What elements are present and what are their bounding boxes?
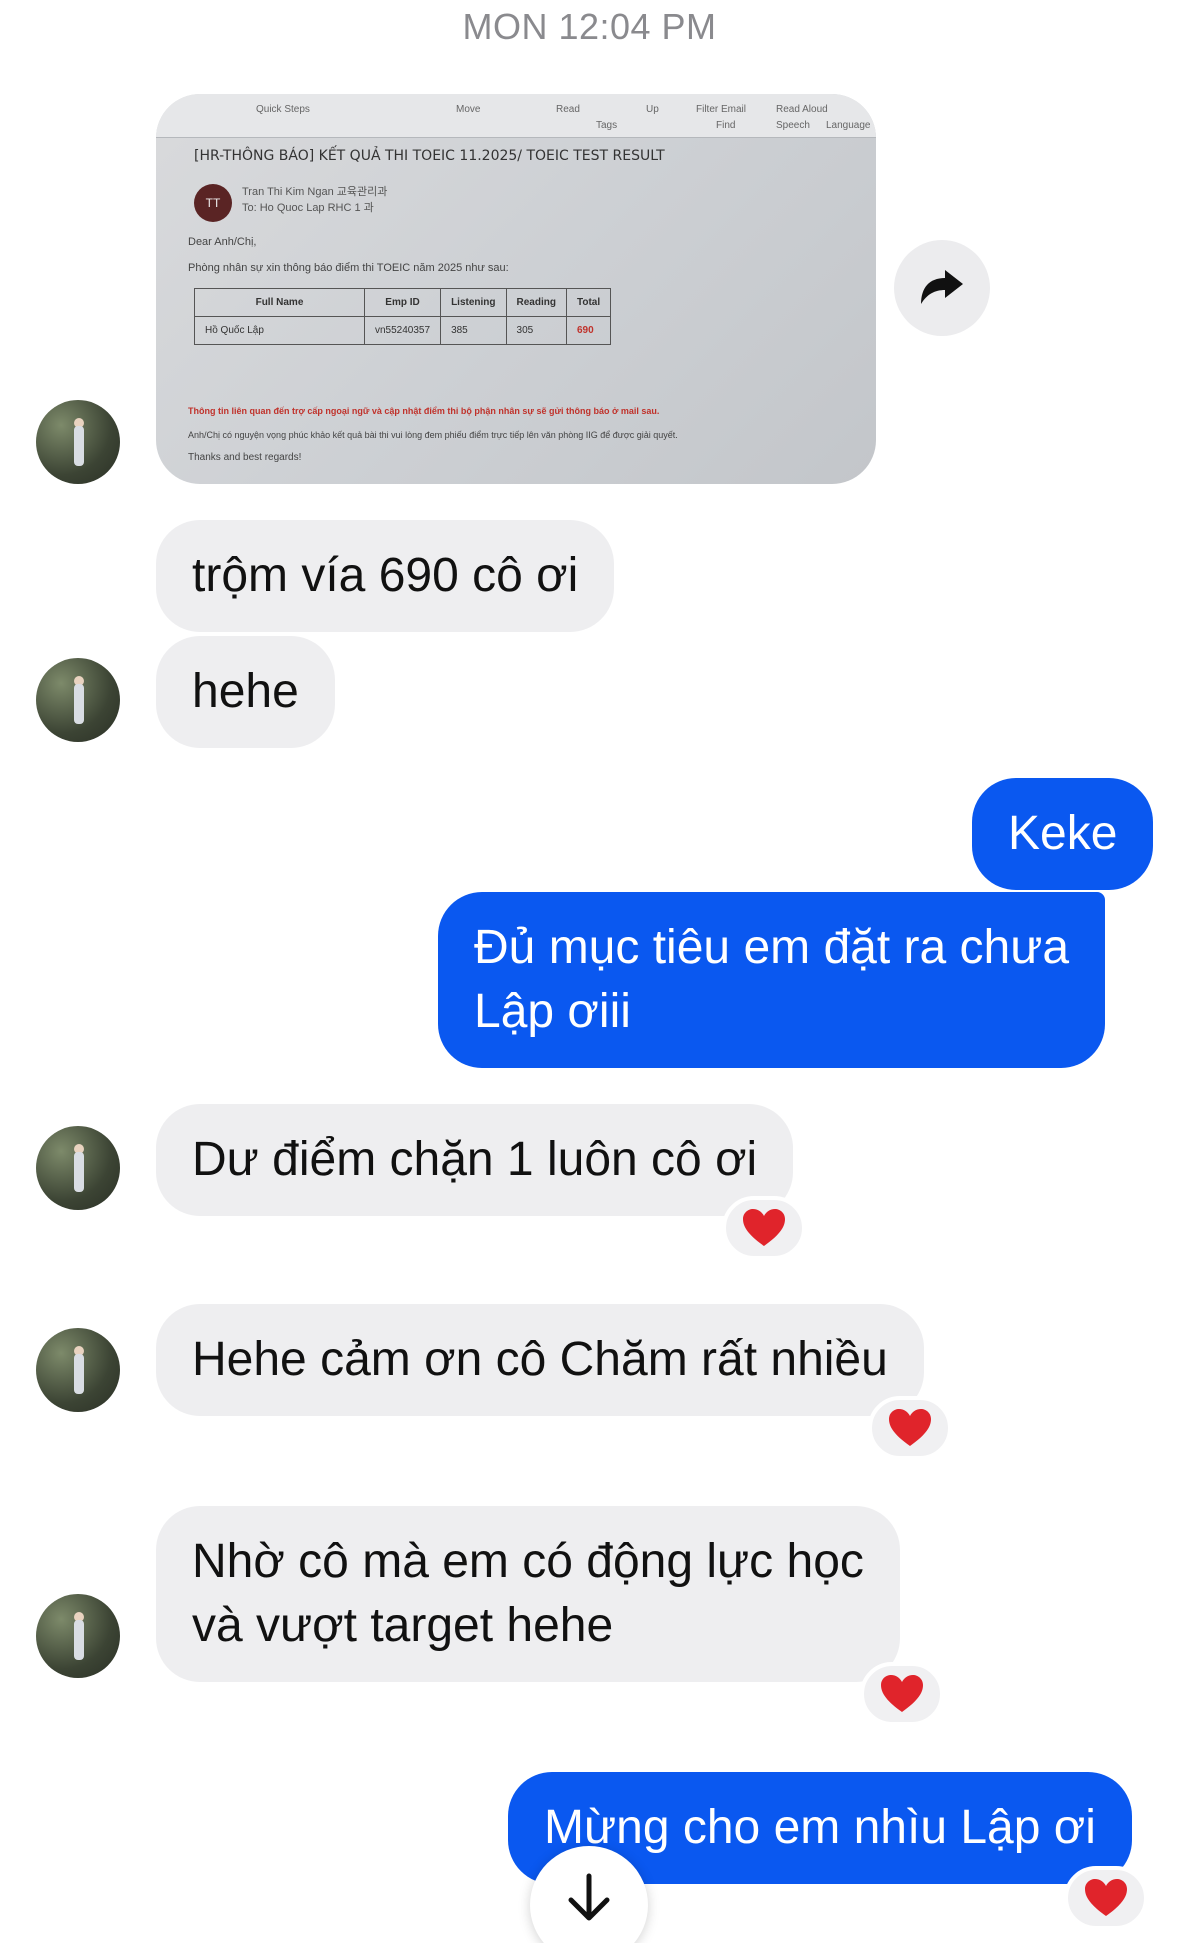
message-incoming[interactable]: trộm vía 690 cô ơi xyxy=(156,520,615,632)
email-from: Tran Thi Kim Ngan 교육관리과 To: Ho Quoc Lap R… xyxy=(242,186,388,214)
reaction-badge[interactable] xyxy=(722,1196,806,1260)
avatar[interactable] xyxy=(36,1594,120,1678)
arrow-down-icon xyxy=(568,1873,610,1921)
email-closing: Thanks and best regards! xyxy=(188,452,302,463)
email-subject: [HR-THÔNG BÁO] KẾT QUẢ THI TOEIC 11.2025… xyxy=(194,148,665,164)
sender-avatar: TT xyxy=(194,184,232,222)
avatar[interactable] xyxy=(36,400,120,484)
email-intro: Phòng nhân sự xin thông báo điểm thi TOE… xyxy=(188,262,509,274)
email-ribbon: Quick Steps Move Read Tags Up Filter Ema… xyxy=(156,94,876,138)
avatar[interactable] xyxy=(36,1126,120,1210)
message-incoming[interactable]: Nhờ cô mà em có động lực học và vượt targ… xyxy=(156,1506,900,1682)
reaction-badge[interactable] xyxy=(1064,1866,1148,1930)
reaction-badge[interactable] xyxy=(860,1662,944,1726)
email-note: Anh/Chị có nguyện vọng phúc khảo kết quả… xyxy=(188,430,678,440)
heart-icon xyxy=(743,1209,785,1246)
forward-arrow-icon xyxy=(921,270,963,304)
timestamp: MON 12:04 PM xyxy=(462,6,717,47)
email-greeting: Dear Anh/Chị, xyxy=(188,236,257,248)
heart-icon xyxy=(889,1409,931,1446)
forward-button[interactable] xyxy=(894,240,990,336)
message-incoming[interactable]: hehe xyxy=(156,636,335,748)
avatar[interactable] xyxy=(36,658,120,742)
message-outgoing[interactable]: Keke xyxy=(972,778,1154,890)
message-incoming[interactable]: Dư điểm chặn 1 luôn cô ơi xyxy=(156,1104,794,1216)
avatar[interactable] xyxy=(36,1328,120,1412)
reaction-badge[interactable] xyxy=(868,1396,952,1460)
message-outgoing[interactable]: Đủ mục tiêu em đặt ra chưa Lập ơiii xyxy=(438,892,1106,1068)
email-note-red: Thông tin liên quan đến trợ cấp ngoại ng… xyxy=(188,406,660,416)
photo-attachment[interactable]: Quick Steps Move Read Tags Up Filter Ema… xyxy=(156,94,876,484)
heart-icon xyxy=(1085,1879,1127,1916)
message-incoming[interactable]: Hehe cảm ơn cô Chăm rất nhiều xyxy=(156,1304,924,1416)
score-table: Full Name Emp ID Listening Reading Total… xyxy=(194,288,612,345)
heart-icon xyxy=(881,1675,923,1712)
